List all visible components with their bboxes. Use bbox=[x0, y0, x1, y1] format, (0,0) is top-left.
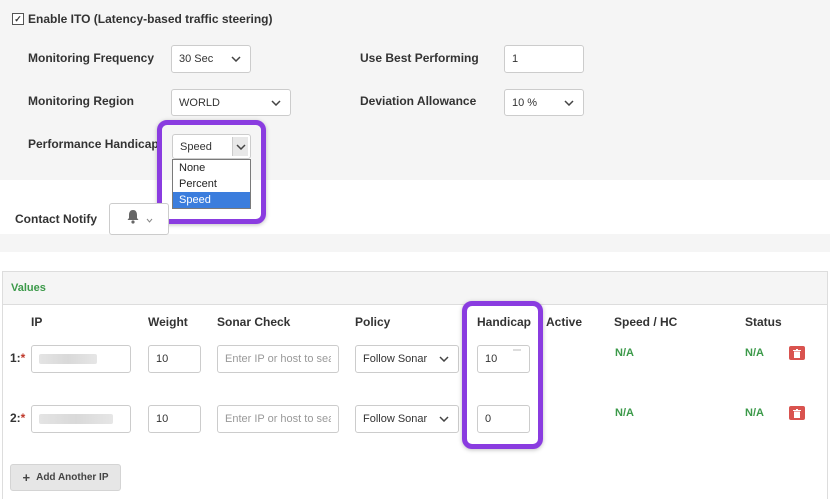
required-marker: * bbox=[20, 351, 26, 365]
sonar-check-input[interactable]: Enter IP or host to search bbox=[217, 345, 339, 373]
policy-value: Follow Sonar bbox=[363, 353, 428, 365]
enable-ito-row: ✓ Enable ITO (Latency-based traffic stee… bbox=[12, 12, 273, 26]
status-value: N/A bbox=[745, 407, 764, 419]
row-number: 2:* bbox=[10, 411, 25, 425]
weight-value: 10 bbox=[156, 413, 169, 425]
delete-row-button[interactable] bbox=[789, 346, 805, 360]
trash-icon bbox=[793, 348, 801, 358]
use-best-performing-label: Use Best Performing bbox=[360, 51, 479, 65]
values-title: Values bbox=[11, 282, 46, 294]
ito-settings-panel bbox=[0, 0, 830, 180]
weight-input[interactable]: 10 bbox=[148, 405, 201, 433]
contact-notify-dropdown[interactable] bbox=[109, 203, 169, 235]
ip-input[interactable] bbox=[31, 405, 131, 433]
weight-value: 10 bbox=[156, 353, 169, 365]
row-number-text: 1: bbox=[10, 351, 21, 365]
monitoring-region-label: Monitoring Region bbox=[28, 94, 134, 108]
speed-hc-value: N/A bbox=[615, 407, 634, 419]
values-panel bbox=[2, 271, 828, 499]
monitoring-region-select[interactable]: WORLD bbox=[171, 89, 291, 116]
status-value: N/A bbox=[745, 347, 764, 359]
sonar-check-placeholder: Enter IP or host to search bbox=[225, 353, 331, 365]
enable-ito-checkbox[interactable]: ✓ bbox=[12, 13, 24, 25]
chevron-down-icon bbox=[437, 354, 451, 364]
monitoring-frequency-label: Monitoring Frequency bbox=[28, 51, 154, 65]
add-another-ip-label: Add Another IP bbox=[36, 472, 109, 483]
contact-notify-label: Contact Notify bbox=[15, 212, 97, 226]
sonar-check-placeholder: Enter IP or host to search bbox=[225, 413, 331, 425]
column-header-weight: Weight bbox=[148, 315, 188, 329]
deviation-allowance-value: 10 % bbox=[512, 96, 538, 109]
chevron-down-icon bbox=[437, 414, 451, 424]
monitoring-frequency-select[interactable]: 30 Sec bbox=[171, 45, 251, 73]
plus-icon: + bbox=[22, 469, 31, 485]
sonar-check-input[interactable]: Enter IP or host to search bbox=[217, 405, 339, 433]
section-separator bbox=[0, 234, 830, 252]
column-header-ip: IP bbox=[31, 315, 43, 329]
add-another-ip-button[interactable]: + Add Another IP bbox=[10, 464, 121, 491]
ip-input[interactable] bbox=[31, 345, 131, 373]
redacted-ip bbox=[39, 414, 113, 424]
performance-handicap-label: Performance Handicap bbox=[28, 137, 159, 151]
use-best-performing-value: 1 bbox=[512, 53, 519, 65]
column-header-speed-hc: Speed / HC bbox=[614, 315, 678, 329]
policy-value: Follow Sonar bbox=[363, 413, 428, 425]
column-header-sonar-check: Sonar Check bbox=[217, 315, 291, 329]
deviation-allowance-label: Deviation Allowance bbox=[360, 94, 477, 108]
chevron-down-icon bbox=[146, 210, 153, 228]
monitoring-region-value: WORLD bbox=[179, 96, 220, 109]
policy-select[interactable]: Follow Sonar bbox=[355, 345, 459, 373]
chevron-down-icon bbox=[269, 98, 283, 108]
policy-select[interactable]: Follow Sonar bbox=[355, 405, 459, 433]
weight-input[interactable]: 10 bbox=[148, 345, 201, 373]
bell-icon bbox=[126, 209, 140, 229]
required-marker: * bbox=[20, 411, 26, 425]
chevron-down-icon bbox=[229, 54, 243, 64]
deviation-allowance-select[interactable]: 10 % bbox=[504, 89, 584, 116]
trash-icon bbox=[793, 408, 801, 418]
delete-row-button[interactable] bbox=[789, 406, 805, 420]
monitoring-frequency-value: 30 Sec bbox=[179, 53, 214, 65]
column-header-policy: Policy bbox=[355, 315, 391, 329]
use-best-performing-input[interactable]: 1 bbox=[504, 45, 584, 73]
enable-ito-label[interactable]: Enable ITO (Latency-based traffic steeri… bbox=[28, 12, 273, 26]
highlight-box-performance-handicap bbox=[157, 120, 266, 224]
redacted-ip bbox=[39, 354, 97, 364]
values-header bbox=[2, 271, 828, 305]
speed-hc-value: N/A bbox=[615, 347, 634, 359]
column-header-active: Active bbox=[546, 315, 583, 329]
row-number-text: 2: bbox=[10, 411, 21, 425]
row-number: 1:* bbox=[10, 351, 25, 365]
column-header-status: Status bbox=[745, 315, 782, 329]
chevron-down-icon bbox=[562, 98, 576, 108]
highlight-box-handicap-column bbox=[462, 301, 543, 449]
